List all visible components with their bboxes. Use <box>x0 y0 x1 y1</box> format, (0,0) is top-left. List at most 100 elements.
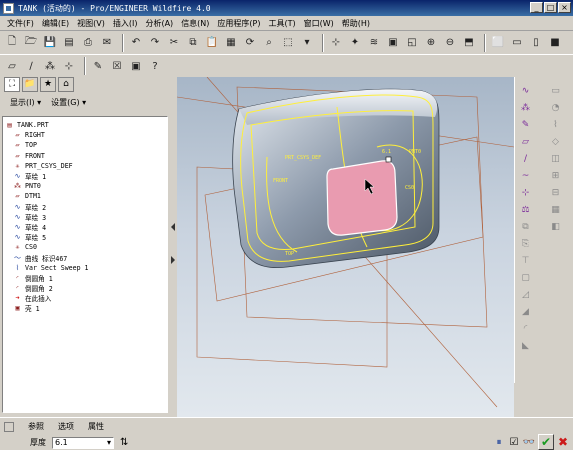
save-icon[interactable]: 💾 <box>42 35 58 51</box>
pattern-tool-icon[interactable]: ▦ <box>549 202 563 217</box>
tree-node[interactable]: ▱ RIGHT <box>5 130 165 140</box>
settings-menu-button[interactable]: 设置(G) ▾ <box>51 97 86 108</box>
menu-insert[interactable]: 插入(I) <box>109 18 142 29</box>
copy-icon[interactable]: ⧉ <box>185 35 201 51</box>
tree-node[interactable]: ▣ 壳 1 <box>5 303 165 313</box>
paste-tool-icon[interactable]: ⎘ <box>519 236 533 251</box>
cut-icon[interactable]: ✂ <box>166 35 182 51</box>
pause-icon[interactable]: ⏸ <box>493 435 505 449</box>
drag-handle-icon[interactable] <box>385 156 392 163</box>
maximize-button[interactable]: □ <box>544 2 557 13</box>
menu-view[interactable]: 视图(V) <box>73 18 109 29</box>
tree-node[interactable]: ▱ DTM1 <box>5 191 165 201</box>
find-icon[interactable]: ⌕ <box>261 35 277 51</box>
datum-plane-icon[interactable]: ⏥ <box>4 58 20 74</box>
zoom-in-icon[interactable]: ⊕ <box>423 35 439 51</box>
datum-plane-tool-icon[interactable]: ⏥ <box>519 134 533 149</box>
datum-point-tool-icon[interactable]: ⁂ <box>519 100 533 115</box>
menu-applications[interactable]: 应用程序(P) <box>213 18 264 29</box>
splitter-arrows-icon[interactable] <box>169 77 177 417</box>
thickness-input[interactable]: 6.1 ▾ <box>52 436 114 449</box>
menu-file[interactable]: 文件(F) <box>3 18 38 29</box>
cancel-button[interactable]: ✖ <box>557 435 569 449</box>
verify-icon[interactable]: 👓 <box>523 435 535 449</box>
sweep-tool-icon[interactable]: ⌇ <box>549 117 563 132</box>
analysis-tool-icon[interactable]: ⚖ <box>519 202 533 217</box>
extrude-tool-icon[interactable]: ▭ <box>549 83 563 98</box>
tree-node[interactable]: ✳ PRT_CSYS_DEF <box>5 161 165 171</box>
layers-icon[interactable]: ≋ <box>366 35 382 51</box>
tree-node[interactable]: ∿ 草绘 3 <box>5 212 165 222</box>
redo-icon[interactable]: ↷ <box>147 35 163 51</box>
zoom-out-icon[interactable]: ⊖ <box>442 35 458 51</box>
spline-tool-icon[interactable]: ~ <box>519 168 533 183</box>
confirm-button[interactable]: ✔ <box>538 434 554 450</box>
preview-icon[interactable]: ☑ <box>508 435 520 449</box>
folder-browser-tab-icon[interactable]: 📁 <box>22 77 38 92</box>
menu-analysis[interactable]: 分析(A) <box>141 18 177 29</box>
shading-icon[interactable]: ■ <box>547 35 563 51</box>
sketch-tool-icon[interactable]: ✎ <box>519 117 533 132</box>
tree-node[interactable]: ◜ 倒圆角 2 <box>5 283 165 293</box>
model-view[interactable]: PRT_CSYS_DEF 6.1 PNT0 FRONT CS0 TOP <box>177 77 514 417</box>
tree-node[interactable]: ～ 曲线 标识467 <box>5 252 165 263</box>
history-tab-icon[interactable]: ⌂ <box>58 77 74 92</box>
print-icon[interactable]: ⎙ <box>80 35 96 51</box>
open-file-icon[interactable]: 🗁 <box>23 35 39 51</box>
selected-surface[interactable] <box>326 160 398 236</box>
tree-node[interactable]: ⌇ Var Sect Sweep 1 <box>5 263 165 273</box>
offset-tool-icon[interactable]: ◧ <box>549 219 563 234</box>
hidden-line-icon[interactable]: ▭ <box>509 35 525 51</box>
tab-references[interactable]: 参照 <box>28 421 44 432</box>
csys-icon[interactable]: ⊹ <box>61 58 77 74</box>
select-box-icon[interactable]: ⬚ <box>280 35 296 51</box>
draft-tool-icon[interactable]: ◢ <box>519 304 533 319</box>
model-tree-tab-icon[interactable]: ⛶ <box>4 77 20 92</box>
annotation-icon[interactable]: ✎ <box>90 58 106 74</box>
datum-display-icon[interactable]: ⊹ <box>328 35 344 51</box>
menu-info[interactable]: 信息(N) <box>177 18 213 29</box>
curve-tool-icon[interactable]: ∿ <box>519 83 533 98</box>
hole-tool-icon[interactable]: ⊤ <box>519 253 533 268</box>
revolve-tool-icon[interactable]: ◔ <box>549 100 563 115</box>
menu-window[interactable]: 窗口(W) <box>300 18 338 29</box>
tab-options[interactable]: 选项 <box>58 421 74 432</box>
tab-properties[interactable]: 属性 <box>88 421 104 432</box>
flip-direction-icon[interactable]: ⇅ <box>120 437 128 448</box>
wireframe-icon[interactable]: ⬜ <box>490 35 506 51</box>
chamfer-tool-icon[interactable]: ◣ <box>519 338 533 353</box>
undo-icon[interactable]: ↶ <box>128 35 144 51</box>
tree-node[interactable]: ∿ 草绘 4 <box>5 222 165 232</box>
save-copy-icon[interactable]: ▤ <box>61 35 77 51</box>
close-window-icon[interactable]: ☒ <box>109 58 125 74</box>
tree-node[interactable]: ▱ TOP <box>5 140 165 150</box>
tree-node[interactable]: ∿ 草绘 2 <box>5 202 165 212</box>
window-icon[interactable]: ▣ <box>128 58 144 74</box>
trim-tool-icon[interactable]: ⊟ <box>549 185 563 200</box>
mirror-tool-icon[interactable]: ◫ <box>549 151 563 166</box>
repaint-icon[interactable]: ▣ <box>385 35 401 51</box>
filter-dropdown-icon[interactable]: ▾ <box>299 35 315 51</box>
datum-point-icon[interactable]: ⁂ <box>42 58 58 74</box>
datum-axis-icon[interactable]: ∕ <box>23 58 39 74</box>
paste-icon[interactable]: 📋 <box>204 35 220 51</box>
new-file-icon[interactable]: 🗋 <box>4 35 20 51</box>
context-help-icon[interactable]: ? <box>147 58 163 74</box>
copy-tool-icon[interactable]: ⧉ <box>519 219 533 234</box>
minimize-button[interactable]: _ <box>530 2 543 13</box>
tree-node[interactable]: ✳ CS0 <box>5 242 165 252</box>
menu-help[interactable]: 帮助(H) <box>338 18 374 29</box>
paste-special-icon[interactable]: ▦ <box>223 35 239 51</box>
tree-node[interactable]: ▤ TANK.PRT <box>5 120 165 130</box>
shell-tool-icon[interactable]: ▢ <box>519 270 533 285</box>
menu-tools[interactable]: 工具(T) <box>265 18 300 29</box>
regenerate-icon[interactable]: ⟳ <box>242 35 258 51</box>
tree-node[interactable]: ◜ 倒圆角 1 <box>5 273 165 283</box>
panel-splitter[interactable] <box>169 77 177 417</box>
email-icon[interactable]: ✉ <box>99 35 115 51</box>
tree-node[interactable]: ➜ 在此插入 <box>5 293 165 303</box>
round-tool-icon[interactable]: ◜ <box>519 321 533 336</box>
blend-tool-icon[interactable]: ◇ <box>549 134 563 149</box>
graphics-window[interactable]: PRT_CSYS_DEF 6.1 PNT0 FRONT CS0 TOP <box>177 77 514 417</box>
merge-tool-icon[interactable]: ⊞ <box>549 168 563 183</box>
